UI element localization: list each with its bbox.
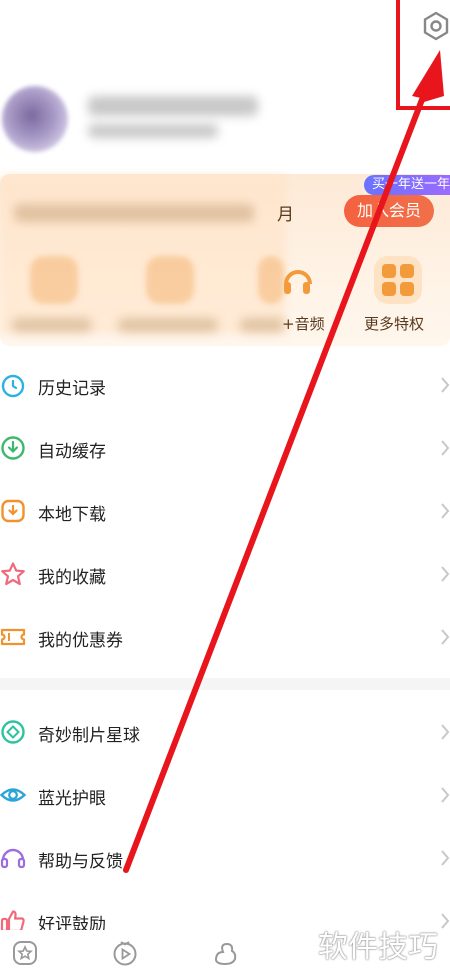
menu-label: 我的优惠券 xyxy=(38,631,123,651)
ticket-icon xyxy=(0,624,26,650)
chevron-right-icon xyxy=(441,724,450,740)
profile-header[interactable] xyxy=(0,80,450,170)
headphones-icon[interactable] xyxy=(284,258,312,302)
menu-item-auto-cache[interactable]: 自动缓存 xyxy=(0,417,450,480)
menu-item-favorites[interactable]: 我的收藏 xyxy=(0,543,450,606)
eye-icon xyxy=(0,782,27,808)
chevron-right-icon xyxy=(441,503,450,519)
privilege-icon-blurred[interactable] xyxy=(146,256,194,304)
privilege-label-blurred xyxy=(118,318,218,332)
top-bar xyxy=(0,0,450,70)
menu-label: 本地下载 xyxy=(38,505,106,525)
menu-group-primary: 历史记录 自动缓存 本地下载 我的收藏 我的优惠券 xyxy=(0,354,450,669)
menu-item-coupons[interactable]: 我的优惠券 xyxy=(0,606,450,669)
more-privileges-icon[interactable] xyxy=(374,256,422,304)
menu-label: 帮助与反馈 xyxy=(38,852,123,872)
menu-item-history[interactable]: 历史记录 xyxy=(0,354,450,417)
menu-label: 蓝光护眼 xyxy=(38,789,106,809)
privilege-icon-blurred[interactable] xyxy=(30,256,78,304)
user-subtitle-blurred xyxy=(88,124,218,138)
planet-icon xyxy=(0,719,26,745)
vip-title-blurred xyxy=(14,204,254,222)
vip-month-text: 月 xyxy=(277,205,294,225)
chevron-right-icon xyxy=(441,787,450,803)
more-privileges-label: 更多特权 xyxy=(364,315,425,333)
menu-label: 奇妙制片星球 xyxy=(38,726,140,746)
chevron-right-icon xyxy=(441,629,450,645)
privilege-audio-label: +音频 xyxy=(282,315,325,333)
chevron-right-icon xyxy=(441,440,450,456)
menu-label: 自动缓存 xyxy=(38,442,106,462)
username-blurred xyxy=(88,96,258,116)
privilege-icon-blurred[interactable] xyxy=(258,256,284,304)
watermark-text: 软件技巧 xyxy=(318,930,438,965)
headset-icon xyxy=(0,845,26,871)
nav-video-icon[interactable] xyxy=(112,940,138,966)
nav-home-icon[interactable] xyxy=(12,940,38,966)
privilege-label-blurred xyxy=(240,318,284,332)
chevron-right-icon xyxy=(441,850,450,866)
vip-blurred-area xyxy=(0,174,286,334)
menu-item-help-feedback[interactable]: 帮助与反馈 xyxy=(0,827,450,890)
section-divider xyxy=(0,678,450,690)
menu-item-eye-care[interactable]: 蓝光护眼 xyxy=(0,764,450,827)
chevron-right-icon xyxy=(441,377,450,393)
avatar[interactable] xyxy=(2,86,68,152)
privilege-label-blurred xyxy=(12,318,92,332)
download-box-icon xyxy=(0,498,26,524)
chevron-right-icon xyxy=(441,913,450,929)
menu-item-planet[interactable]: 奇妙制片星球 xyxy=(0,701,450,764)
menu-item-local-download[interactable]: 本地下载 xyxy=(0,480,450,543)
clock-icon xyxy=(0,372,26,398)
chevron-right-icon xyxy=(441,566,450,582)
download-circle-icon xyxy=(0,435,26,461)
menu-label: 我的收藏 xyxy=(38,568,106,588)
vip-promo-tag: 买一年送一年 xyxy=(364,175,450,195)
menu-group-secondary: 奇妙制片星球 蓝光护眼 帮助与反馈 好评鼓励 xyxy=(0,701,450,953)
star-icon xyxy=(0,561,26,587)
join-vip-button[interactable]: 加入会员 xyxy=(344,195,434,227)
menu-label: 历史记录 xyxy=(38,379,106,399)
nav-kids-icon[interactable] xyxy=(212,940,238,966)
